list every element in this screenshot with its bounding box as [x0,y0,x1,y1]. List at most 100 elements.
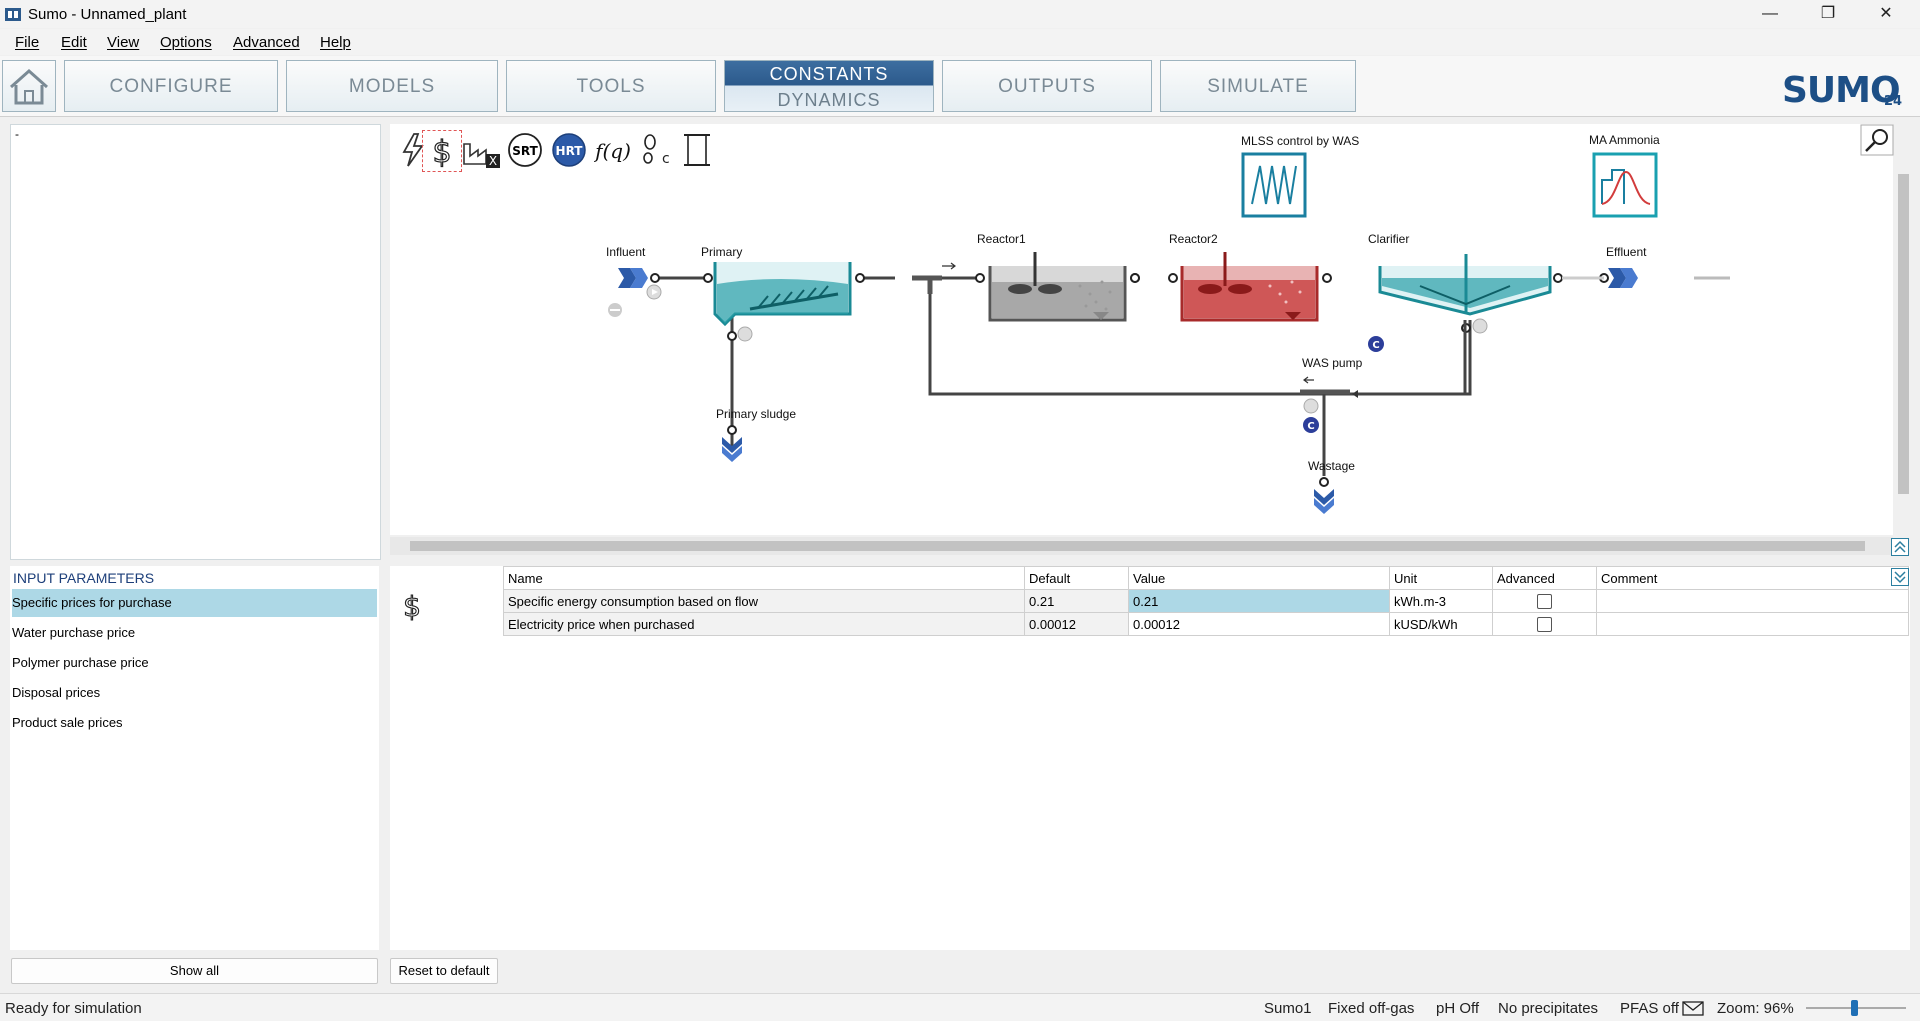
label-clarifier: Clarifier [1368,232,1409,246]
status-model[interactable]: Sumo1 [1264,1000,1312,1017]
label-effluent: Effluent [1606,245,1647,259]
process-flow-diagram: C C MLSS control by WAS MA Ammonia Influ… [606,133,1730,514]
input-parameters-heading: INPUT PARAMETERS [13,570,155,586]
col-unit[interactable]: Unit [1389,566,1493,590]
cell-unit: kUSD/kWh [1389,612,1493,636]
advanced-checkbox[interactable] [1537,617,1552,633]
label-primary: Primary [701,245,742,259]
menu-advanced[interactable]: Advanced [233,34,300,51]
tab-configure[interactable]: CONFIGURE [64,60,278,112]
param-group-item[interactable]: Product sale prices [12,709,377,737]
menu-help[interactable]: Help [320,34,351,51]
label-reactor2: Reactor2 [1169,232,1218,246]
table-row[interactable]: Electricity price when purchased 0.00012… [503,612,1909,636]
menu-edit[interactable]: Edit [61,34,87,51]
horizontal-scrollbar[interactable] [390,537,1893,555]
cell-default: 0.00012 [1024,612,1129,636]
title-bar: Sumo - Unnamed_plant — ❐ ✕ [0,0,1920,28]
cell-advanced[interactable] [1492,612,1597,636]
param-group-label: Disposal prices [12,685,101,700]
home-icon [10,68,48,105]
tab-simulate[interactable]: SIMULATE [1160,60,1356,112]
status-offgas[interactable]: Fixed off-gas [1328,1000,1414,1017]
tab-outputs[interactable]: OUTPUTS [942,60,1152,112]
main-tab-bar: CONFIGURE MODELS TOOLS CONSTANTS DYNAMIC… [0,56,1920,117]
label-ma-ammonia: MA Ammonia [1589,133,1660,147]
close-icon[interactable]: ✕ [1863,0,1909,28]
tree-panel: - [10,124,381,560]
reactor1-icon [975,252,1140,322]
col-value[interactable]: Value [1128,566,1390,590]
table-row[interactable]: Specific energy consumption based on flo… [503,589,1909,613]
primary-clarifier-icon [703,262,865,342]
reactor2-icon [1130,252,1332,322]
tab-constants-dynamics[interactable]: CONSTANTS DYNAMICS [724,60,934,112]
vertical-scrollbar[interactable] [1894,124,1913,535]
tab-tools[interactable]: TOOLS [506,60,716,112]
cell-advanced[interactable] [1492,589,1597,613]
status-ph[interactable]: pH Off [1436,1000,1479,1017]
plant-canvas[interactable]: $ X SRT HRT f(q) c C C MLSS control by W… [390,124,1913,555]
param-group-label: Polymer purchase price [12,655,149,670]
param-group-label: Water purchase price [12,625,136,640]
param-group-item[interactable]: Water purchase price [12,619,377,647]
tab-dynamics-label[interactable]: DYNAMICS [725,90,933,111]
app-icon [5,8,21,21]
col-default[interactable]: Default [1024,566,1129,590]
menu-options[interactable]: Options [160,34,212,51]
tree-placeholder: - [15,127,19,141]
parameters-table: Name Default Value Unit Advanced Comment… [503,566,1909,636]
ma-ammonia-icon [1592,152,1658,218]
param-group-item[interactable]: Disposal prices [12,679,377,707]
param-group-item[interactable]: Specific prices for purchase [12,589,377,617]
dollar-icon: $ [403,589,422,623]
menu-view[interactable]: View [107,34,139,51]
mail-icon[interactable] [1682,1001,1704,1016]
table-header-row: Name Default Value Unit Advanced Comment [503,566,1909,590]
svg-text:$: $ [403,590,421,623]
menu-file[interactable]: File [15,34,39,51]
svg-text:C: C [1307,421,1314,432]
input-parameters-panel: INPUT PARAMETERS Specific prices for pur… [10,566,379,950]
label-was-pump: WAS pump [1302,356,1363,370]
collapse-up-icon[interactable] [1891,538,1909,556]
reset-to-default-button[interactable]: Reset to default [390,958,498,984]
sumo-logo: SUMO 24 [1782,70,1903,111]
minimize-icon[interactable]: — [1747,0,1793,28]
cell-unit: kWh.m-3 [1389,589,1493,613]
menu-bar: File Edit View Options Advanced Help [0,29,1920,55]
status-bar: Ready for simulation Sumo1 Fixed off-gas… [0,993,1920,1021]
col-name[interactable]: Name [503,566,1025,590]
wastage-icon [1314,477,1334,514]
label-mlss: MLSS control by WAS [1241,134,1359,148]
tab-models[interactable]: MODELS [286,60,498,112]
cell-comment[interactable] [1596,589,1909,613]
collapse-down-icon[interactable] [1891,568,1909,586]
cell-value-input[interactable]: 0.21 [1128,589,1390,613]
parameters-panel: $ Name Default Value Unit Advanced Comme… [390,566,1910,950]
cell-default: 0.21 [1024,589,1129,613]
col-advanced[interactable]: Advanced [1492,566,1597,590]
zoom-slider[interactable] [1806,1000,1906,1016]
window-title: Sumo - Unnamed_plant [28,6,187,23]
col-comment[interactable]: Comment [1596,566,1909,590]
restore-icon[interactable]: ❐ [1805,0,1851,28]
cell-value-input[interactable]: 0.00012 [1128,612,1390,636]
zoom-slider-thumb[interactable] [1850,1000,1858,1016]
status-text: Ready for simulation [5,1000,142,1017]
home-button[interactable] [2,60,56,112]
cell-comment[interactable] [1596,612,1909,636]
param-group-label: Product sale prices [12,715,123,730]
mlss-controller-icon [1241,152,1307,218]
advanced-checkbox[interactable] [1537,594,1552,610]
label-primary-sludge: Primary sludge [716,407,796,421]
status-precipitates[interactable]: No precipitates [1498,1000,1598,1017]
cell-name: Specific energy consumption based on flo… [503,589,1025,613]
label-wastage: Wastage [1308,459,1355,473]
param-group-label: Specific prices for purchase [12,595,172,610]
show-all-button[interactable]: Show all [11,958,378,984]
param-group-item[interactable]: Polymer purchase price [12,649,377,677]
status-zoom: Zoom: 96% [1717,1000,1794,1017]
status-pfas[interactable]: PFAS off [1620,1000,1679,1017]
splitter-icon [912,275,942,294]
